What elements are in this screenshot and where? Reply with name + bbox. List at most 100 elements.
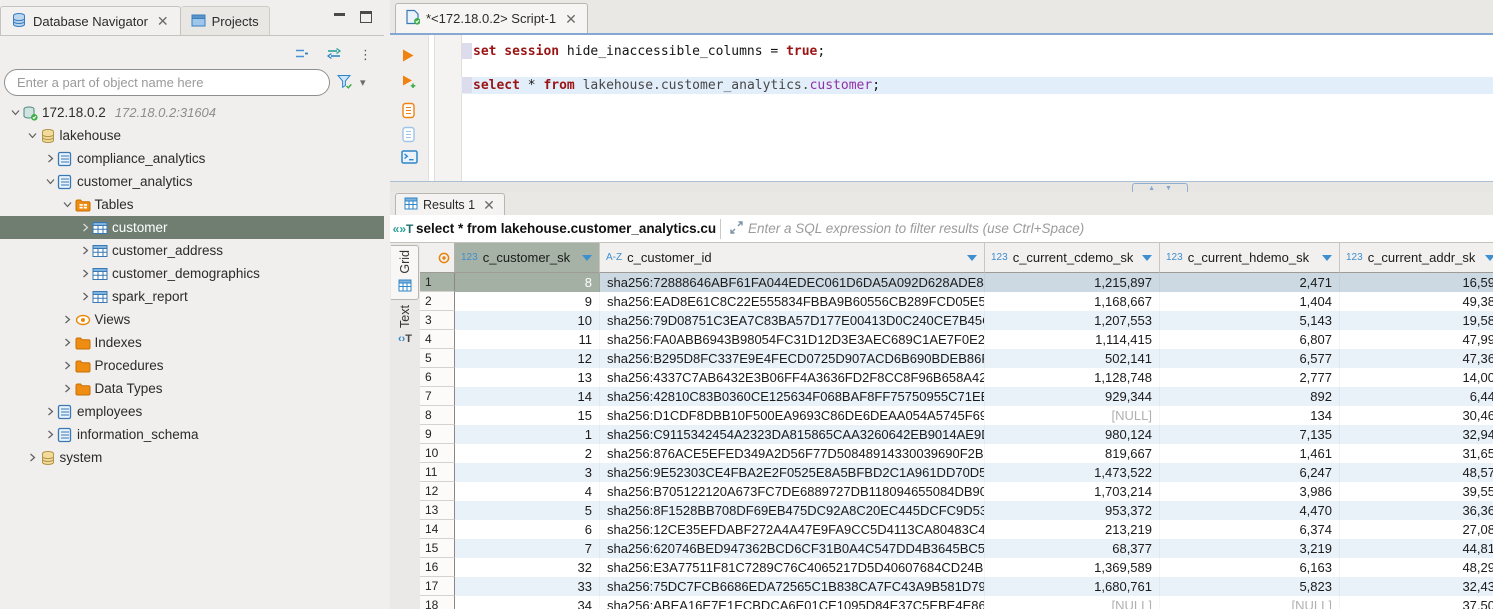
object-filter-input[interactable]	[4, 69, 330, 96]
cell-c_customer_sk[interactable]: 3	[455, 463, 600, 482]
side-tab-grid[interactable]: Grid	[391, 245, 419, 300]
cell-c_customer_id[interactable]: sha256:75DC7FCB6686EDA72565C1B838CA7FC43…	[600, 577, 985, 596]
cell-c_current_addr_sk[interactable]: 48,29	[1340, 558, 1493, 577]
cell-c_current_addr_sk[interactable]: 6,44	[1340, 387, 1493, 406]
row-number[interactable]: 5	[420, 349, 455, 368]
cell-c_current_cdemo_sk[interactable]: 213,219	[985, 520, 1160, 539]
execute-statement-icon[interactable]	[401, 48, 415, 66]
cell-c_current_hdemo_sk[interactable]: 7,135	[1160, 425, 1340, 444]
cell-c_current_hdemo_sk[interactable]: 5,143	[1160, 311, 1340, 330]
cell-c_current_cdemo_sk[interactable]: 953,372	[985, 501, 1160, 520]
column-menu-arrow-icon[interactable]	[1322, 255, 1332, 261]
cell-c_customer_id[interactable]: sha256:12CE35EFDABF272A4A47E9FA9CC5D4113…	[600, 520, 985, 539]
cell-c_current_hdemo_sk[interactable]: 6,807	[1160, 330, 1340, 349]
cell-c_customer_sk[interactable]: 7	[455, 539, 600, 558]
cell-c_customer_id[interactable]: sha256:9E52303CE4FBA2E2F0525E8A5BFBD2C1A…	[600, 463, 985, 482]
chevron-collapsed-icon[interactable]	[26, 452, 40, 463]
column-header-c_current_hdemo_sk[interactable]: 123c_current_hdemo_sk	[1160, 243, 1340, 273]
cell-c_customer_sk[interactable]: 13	[455, 368, 600, 387]
cell-c_current_addr_sk[interactable]: 31,65	[1340, 444, 1493, 463]
chevron-down-icon[interactable]: ▾	[360, 76, 366, 89]
chevron-expanded-icon[interactable]	[43, 176, 57, 187]
cell-c_current_addr_sk[interactable]: 32,43	[1340, 577, 1493, 596]
cell-c_current_cdemo_sk[interactable]: 1,473,522	[985, 463, 1160, 482]
chevron-collapsed-icon[interactable]	[78, 245, 92, 256]
cell-c_customer_sk[interactable]: 14	[455, 387, 600, 406]
cell-c_customer_id[interactable]: sha256:B705122120A673FC7DE6889727DB11809…	[600, 482, 985, 501]
tree-item-compliance-analytics[interactable]: compliance_analytics	[0, 147, 384, 170]
tree-item-data-types[interactable]: Data Types	[0, 377, 384, 400]
cell-c_customer_sk[interactable]: 12	[455, 349, 600, 368]
result-filter-input[interactable]: Enter a SQL expression to filter results…	[748, 221, 1084, 236]
chevron-collapsed-icon[interactable]	[43, 429, 57, 440]
cell-c_current_hdemo_sk[interactable]: 2,471	[1160, 273, 1340, 292]
cell-c_current_addr_sk[interactable]: 30,46	[1340, 406, 1493, 425]
cell-c_current_hdemo_sk[interactable]: 892	[1160, 387, 1340, 406]
cell-c_customer_sk[interactable]: 4	[455, 482, 600, 501]
row-number[interactable]: 11	[420, 463, 455, 482]
cell-c_current_addr_sk[interactable]: 49,38	[1340, 292, 1493, 311]
cell-c_current_hdemo_sk[interactable]: [NULL]	[1160, 596, 1340, 609]
row-number[interactable]: 18	[420, 596, 455, 609]
cell-c_current_addr_sk[interactable]: 27,08	[1340, 520, 1493, 539]
cell-c_current_cdemo_sk[interactable]: [NULL]	[985, 596, 1160, 609]
column-header-c_customer_id[interactable]: A-Zc_customer_id	[600, 243, 985, 273]
tree-item-customer[interactable]: customer	[0, 216, 384, 239]
row-number[interactable]: 8	[420, 406, 455, 425]
filter-funnel-icon[interactable]	[336, 73, 354, 93]
tree-item-customer-analytics[interactable]: customer_analytics	[0, 170, 384, 193]
tree-item-employees[interactable]: employees	[0, 400, 384, 423]
explain-plan-icon[interactable]	[401, 126, 416, 146]
cell-c_customer_id[interactable]: sha256:8F1528BB708DF69EB475DC92A8C20EC44…	[600, 501, 985, 520]
chevron-collapsed-icon[interactable]	[61, 314, 75, 325]
tree-item-tables[interactable]: Tables	[0, 193, 384, 216]
cell-c_current_cdemo_sk[interactable]: 1,680,761	[985, 577, 1160, 596]
row-number[interactable]: 16	[420, 558, 455, 577]
execute-new-tab-icon[interactable]	[401, 74, 417, 93]
row-number[interactable]: 10	[420, 444, 455, 463]
column-menu-arrow-icon[interactable]	[1485, 255, 1493, 261]
cell-c_current_hdemo_sk[interactable]: 6,577	[1160, 349, 1340, 368]
cell-c_current_cdemo_sk[interactable]: 1,128,748	[985, 368, 1160, 387]
row-number[interactable]: 7	[420, 387, 455, 406]
cell-c_customer_id[interactable]: sha256:620746BED947362BCD6CF31B0A4C547DD…	[600, 539, 985, 558]
cell-c_customer_id[interactable]: sha256:876ACE5EFED349A2D56F77D5084891433…	[600, 444, 985, 463]
cell-c_customer_sk[interactable]: 1	[455, 425, 600, 444]
tree-item-172-18-0-2[interactable]: 172.18.0.2172.18.0.2:31604	[0, 101, 384, 124]
cell-c_current_hdemo_sk[interactable]: 2,777	[1160, 368, 1340, 387]
chevron-collapsed-icon[interactable]	[61, 383, 75, 394]
row-number[interactable]: 4	[420, 330, 455, 349]
expand-icon[interactable]	[729, 220, 744, 238]
cell-c_current_addr_sk[interactable]: 47,36	[1340, 349, 1493, 368]
close-icon[interactable]: ✕	[156, 14, 170, 28]
cell-c_current_hdemo_sk[interactable]: 6,374	[1160, 520, 1340, 539]
column-header-c_customer_sk[interactable]: 123c_customer_sk	[455, 243, 600, 273]
tree-item-spark-report[interactable]: spark_report	[0, 285, 384, 308]
cell-c_customer_id[interactable]: sha256:72888646ABF61FA044EDEC061D6DA5A09…	[600, 273, 985, 292]
cell-c_customer_sk[interactable]: 10	[455, 311, 600, 330]
cell-c_current_hdemo_sk[interactable]: 3,986	[1160, 482, 1340, 501]
cell-c_customer_sk[interactable]: 33	[455, 577, 600, 596]
arrow-down-icon[interactable]: ▼	[1165, 185, 1172, 192]
column-header-c_current_cdemo_sk[interactable]: 123c_current_cdemo_sk	[985, 243, 1160, 273]
cell-c_customer_id[interactable]: sha256:ABEA16E7E1ECBDCA6E01CE1095D84E37C…	[600, 596, 985, 609]
execute-script-icon[interactable]	[401, 102, 416, 122]
row-number[interactable]: 15	[420, 539, 455, 558]
arrow-up-icon[interactable]: ▲	[1148, 185, 1155, 192]
cell-c_customer_sk[interactable]: 32	[455, 558, 600, 577]
close-icon[interactable]: ✕	[482, 198, 496, 212]
chevron-collapsed-icon[interactable]	[43, 406, 57, 417]
cell-c_current_addr_sk[interactable]: 47,99	[1340, 330, 1493, 349]
cell-c_current_hdemo_sk[interactable]: 6,247	[1160, 463, 1340, 482]
row-number[interactable]: 1	[420, 273, 455, 292]
cell-c_customer_sk[interactable]: 34	[455, 596, 600, 609]
tree-item-lakehouse[interactable]: lakehouse	[0, 124, 384, 147]
cell-c_current_cdemo_sk[interactable]: 502,141	[985, 349, 1160, 368]
chevron-collapsed-icon[interactable]	[61, 337, 75, 348]
close-icon[interactable]: ✕	[564, 12, 578, 26]
cell-c_current_addr_sk[interactable]: 14,00	[1340, 368, 1493, 387]
chevron-collapsed-icon[interactable]	[78, 268, 92, 279]
chevron-collapsed-icon[interactable]	[61, 360, 75, 371]
cell-c_customer_sk[interactable]: 11	[455, 330, 600, 349]
column-header-c_current_addr_sk[interactable]: 123c_current_addr_sk	[1340, 243, 1493, 273]
